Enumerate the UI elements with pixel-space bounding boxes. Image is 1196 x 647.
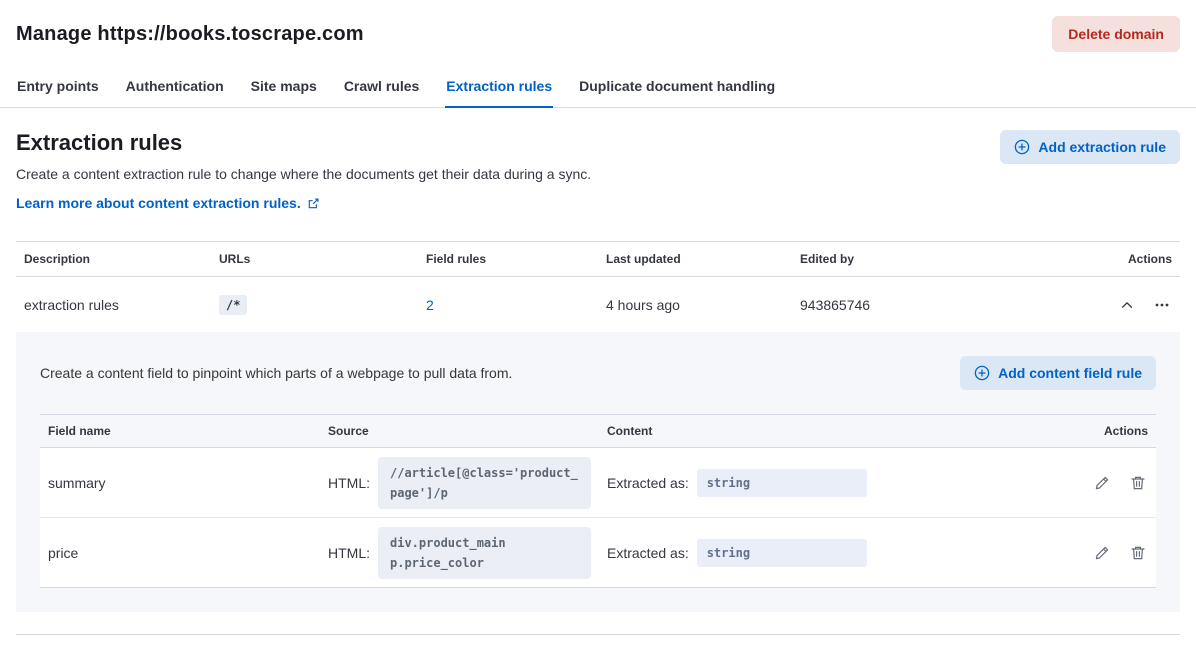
rule-last-updated: 4 hours ago: [598, 297, 792, 313]
field-source-cell: HTML: //article[@class='product_page']/p: [320, 457, 599, 509]
tab-extraction-rules[interactable]: Extraction rules: [445, 70, 553, 107]
tab-crawl-rules[interactable]: Crawl rules: [343, 70, 420, 107]
section-header: Extraction rules Create a content extrac…: [16, 130, 1180, 211]
rule-edited-by: 943865746: [792, 297, 1060, 313]
rule-row-actions: [1060, 295, 1180, 315]
column-header-urls: URLs: [211, 242, 418, 276]
page-title: Manage https://books.toscrape.com: [16, 23, 364, 46]
plus-circle-icon: [1014, 139, 1030, 155]
delete-field-rule-button[interactable]: [1128, 543, 1148, 563]
url-pattern-badge: /*: [219, 295, 247, 315]
learn-more-link[interactable]: Learn more about content extraction rule…: [16, 195, 320, 211]
tab-entry-points[interactable]: Entry points: [16, 70, 100, 107]
main-content: Extraction rules Create a content extrac…: [0, 130, 1196, 635]
section-description: Create a content extraction rule to chan…: [16, 166, 591, 182]
source-label: HTML:: [328, 475, 370, 491]
field-rules-panel-header: Create a content field to pinpoint which…: [40, 356, 1156, 390]
plus-circle-icon: [974, 365, 990, 381]
content-label: Extracted as:: [607, 545, 689, 561]
content-label: Extracted as:: [607, 475, 689, 491]
add-extraction-rule-button[interactable]: Add extraction rule: [1000, 130, 1180, 164]
column-header-edited-by: Edited by: [792, 242, 1060, 276]
add-content-field-rule-label: Add content field rule: [998, 365, 1142, 381]
column-header-description: Description: [16, 242, 211, 276]
content-fields-table: Field name Source Content Actions summar…: [40, 414, 1156, 588]
rule-description: extraction rules: [16, 297, 211, 313]
field-rules-panel-description: Create a content field to pinpoint which…: [40, 365, 512, 381]
learn-more-link-label: Learn more about content extraction rule…: [16, 195, 301, 211]
edit-field-rule-button[interactable]: [1092, 543, 1112, 563]
content-type-badge: string: [697, 469, 867, 497]
column-header-actions: Actions: [1060, 242, 1180, 276]
tab-duplicate-document-handling[interactable]: Duplicate document handling: [578, 70, 776, 107]
delete-field-rule-button[interactable]: [1128, 473, 1148, 493]
column-header-field-rules: Field rules: [418, 242, 598, 276]
chevron-up-icon: [1120, 298, 1134, 312]
field-source-cell: HTML: div.product_main p.price_color: [320, 527, 599, 579]
trash-icon: [1130, 475, 1146, 491]
column-header-actions: Actions: [1066, 415, 1156, 447]
column-header-source: Source: [320, 415, 599, 447]
add-content-field-rule-button[interactable]: Add content field rule: [960, 356, 1156, 390]
column-header-content: Content: [599, 415, 1066, 447]
field-rules-count-link[interactable]: 2: [426, 297, 434, 313]
section-title: Extraction rules: [16, 130, 591, 156]
source-label: HTML:: [328, 545, 370, 561]
content-fields-table-header: Field name Source Content Actions: [40, 414, 1156, 448]
field-name: price: [40, 545, 320, 561]
extraction-rules-table-header: Description URLs Field rules Last update…: [16, 241, 1180, 277]
field-row-actions: [1066, 543, 1156, 563]
column-header-last-updated: Last updated: [598, 242, 792, 276]
tab-site-maps[interactable]: Site maps: [250, 70, 318, 107]
field-name: summary: [40, 475, 320, 491]
tab-authentication[interactable]: Authentication: [125, 70, 225, 107]
pencil-icon: [1094, 475, 1110, 491]
pencil-icon: [1094, 545, 1110, 561]
manage-domain-page: Manage https://books.toscrape.com Delete…: [0, 0, 1196, 647]
source-selector-code: div.product_main p.price_color: [378, 527, 591, 579]
source-selector-code: //article[@class='product_page']/p: [378, 457, 591, 509]
content-type-badge: string: [697, 539, 867, 567]
field-content-cell: Extracted as: string: [599, 539, 1066, 567]
content-field-row: summary HTML: //article[@class='product_…: [40, 448, 1156, 518]
column-header-field-name: Field name: [40, 415, 320, 447]
extraction-rule-row: extraction rules /* 2 4 hours ago 943865…: [16, 277, 1180, 332]
domain-tabs: Entry points Authentication Site maps Cr…: [0, 70, 1196, 108]
add-extraction-rule-label: Add extraction rule: [1038, 139, 1166, 155]
delete-domain-button[interactable]: Delete domain: [1052, 16, 1180, 52]
trash-icon: [1130, 545, 1146, 561]
collapse-row-button[interactable]: [1118, 296, 1136, 314]
bottom-divider: [16, 634, 1180, 635]
content-field-row: price HTML: div.product_main p.price_col…: [40, 518, 1156, 588]
extraction-rules-table: Description URLs Field rules Last update…: [16, 241, 1180, 332]
field-rules-panel: Create a content field to pinpoint which…: [16, 332, 1180, 612]
ellipsis-icon: [1154, 297, 1170, 313]
field-row-actions: [1066, 473, 1156, 493]
row-actions-menu-button[interactable]: [1152, 295, 1172, 315]
page-header: Manage https://books.toscrape.com Delete…: [0, 0, 1196, 70]
field-content-cell: Extracted as: string: [599, 469, 1066, 497]
external-link-icon: [307, 197, 320, 210]
edit-field-rule-button[interactable]: [1092, 473, 1112, 493]
section-header-text: Extraction rules Create a content extrac…: [16, 130, 591, 211]
